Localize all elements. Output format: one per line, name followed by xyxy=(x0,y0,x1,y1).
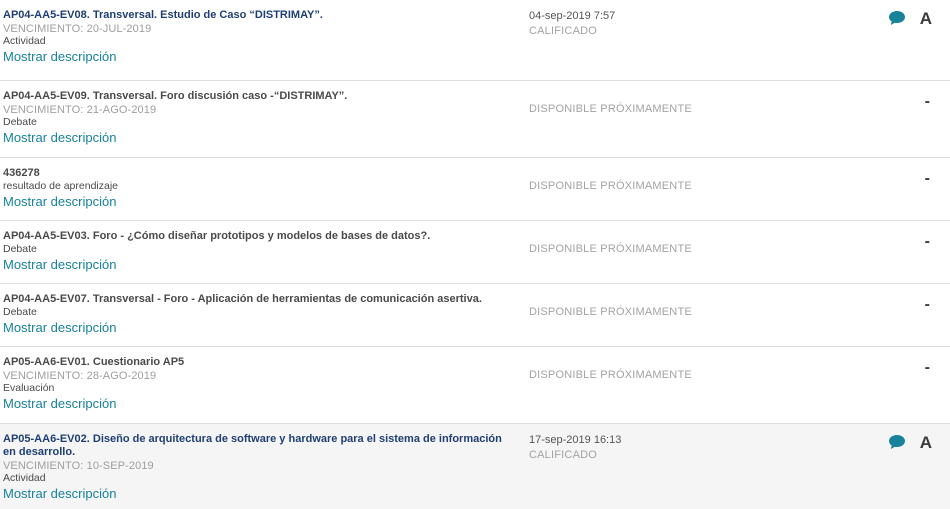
activity-type: Evaluación xyxy=(3,382,55,394)
submission-date: 17-sep-2019 16:13 xyxy=(529,434,622,446)
show-description-link[interactable]: Mostrar descripción xyxy=(3,486,116,501)
activity-grade: - xyxy=(924,295,930,313)
submission-date: 04-sep-2019 7:57 xyxy=(529,10,616,22)
activity-grade: A xyxy=(919,433,932,452)
activity-grade: - xyxy=(924,358,930,376)
activity-grade: - xyxy=(924,169,930,187)
activity-title: AP04-AA5-EV03. Foro - ¿Cómo diseñar prot… xyxy=(3,230,431,242)
activity-type: resultado de aprendizaje xyxy=(3,180,118,192)
activity-title: AP05-AA6-EV01. Cuestionario AP5 xyxy=(3,356,185,368)
show-description-link[interactable]: Mostrar descripción xyxy=(3,320,116,335)
activity-status-column: 17-sep-2019 16:13 CALIFICADO xyxy=(529,434,779,462)
activity-row: 436278 resultado de aprendizaje Mostrar de… xyxy=(0,158,950,221)
activity-type: Debate xyxy=(3,116,37,128)
activity-status-column: 04-sep-2019 7:57 CALIFICADO xyxy=(529,10,779,38)
activity-row: AP04-AA5-EV08. Transversal. Estudio de C… xyxy=(0,0,950,81)
show-description-link[interactable]: Mostrar descripción xyxy=(3,130,116,145)
activity-row: AP05-AA6-EV02. Diseño de arquitectura de… xyxy=(0,424,950,509)
activity-type: Actividad xyxy=(3,472,46,484)
activity-due-date: VENCIMIENTO: 21-AGO-2019 xyxy=(3,104,157,116)
activity-title: 436278 xyxy=(3,167,40,179)
activity-status: DISPONIBLE PRÓXIMAMENTE xyxy=(529,180,692,192)
show-description-link[interactable]: Mostrar descripción xyxy=(3,49,116,64)
activity-due-date: VENCIMIENTO: 20-JUL-2019 xyxy=(3,23,152,35)
activity-grade: - xyxy=(924,92,930,110)
show-description-link[interactable]: Mostrar descripción xyxy=(3,194,116,209)
activity-grade: A xyxy=(919,9,932,28)
activity-title[interactable]: AP05-AA6-EV02. Diseño de arquitectura de… xyxy=(3,433,513,459)
activity-info: AP04-AA5-EV07. Transversal - Foro - Apli… xyxy=(3,293,513,337)
activity-row: AP04-AA5-EV09. Transversal. Foro discusi… xyxy=(0,81,950,158)
activity-due-date: VENCIMIENTO: 10-SEP-2019 xyxy=(3,460,154,472)
show-description-link[interactable]: Mostrar descripción xyxy=(3,257,116,272)
activity-status: DISPONIBLE PRÓXIMAMENTE xyxy=(529,103,692,115)
activity-status: CALIFICADO xyxy=(529,449,598,461)
grade-column: A xyxy=(888,8,932,30)
grade-column: A xyxy=(888,432,932,454)
grade-column: - xyxy=(925,89,932,111)
activity-grade: - xyxy=(924,232,930,250)
activity-status-column: DISPONIBLE PRÓXIMAMENTE xyxy=(529,168,779,193)
activity-type: Debate xyxy=(3,306,37,318)
grade-column: - xyxy=(925,292,932,314)
activity-info: AP05-AA6-EV02. Diseño de arquitectura de… xyxy=(3,433,513,503)
grade-column: - xyxy=(925,166,932,188)
activity-status: DISPONIBLE PRÓXIMAMENTE xyxy=(529,243,692,255)
activity-status-column: DISPONIBLE PRÓXIMAMENTE xyxy=(529,231,779,256)
activity-row: AP04-AA5-EV07. Transversal - Foro - Apli… xyxy=(0,284,950,347)
activity-info: 436278 resultado de aprendizaje Mostrar de… xyxy=(3,167,513,211)
activity-info: AP05-AA6-EV01. Cuestionario AP5 VENCIMIEN… xyxy=(3,356,513,413)
activity-status: DISPONIBLE PRÓXIMAMENTE xyxy=(529,306,692,318)
activity-title[interactable]: AP04-AA5-EV08. Transversal. Estudio de C… xyxy=(3,9,513,22)
activity-status-column: DISPONIBLE PRÓXIMAMENTE xyxy=(529,357,779,382)
activity-row: AP04-AA5-EV03. Foro - ¿Cómo diseñar prot… xyxy=(0,221,950,284)
grade-column: - xyxy=(925,355,932,377)
activity-type: Debate xyxy=(3,243,37,255)
activity-title: AP04-AA5-EV07. Transversal - Foro - Apli… xyxy=(3,293,482,305)
activity-type: Actividad xyxy=(3,35,46,47)
activity-status-column: DISPONIBLE PRÓXIMAMENTE xyxy=(529,294,779,319)
activity-row: AP05-AA6-EV01. Cuestionario AP5 VENCIMIEN… xyxy=(0,347,950,424)
activity-status-column: DISPONIBLE PRÓXIMAMENTE xyxy=(529,91,779,116)
activity-info: AP04-AA5-EV09. Transversal. Foro discusi… xyxy=(3,90,513,147)
activity-info: AP04-AA5-EV08. Transversal. Estudio de C… xyxy=(3,9,513,66)
activity-due-date: VENCIMIENTO: 28-AGO-2019 xyxy=(3,370,157,382)
grade-column: - xyxy=(925,229,932,251)
activity-title: AP04-AA5-EV09. Transversal. Foro discusi… xyxy=(3,90,348,102)
activity-status: DISPONIBLE PRÓXIMAMENTE xyxy=(529,369,692,381)
comment-icon[interactable] xyxy=(888,432,920,455)
activity-list: AP04-AA5-EV08. Transversal. Estudio de C… xyxy=(0,0,950,509)
comment-icon[interactable] xyxy=(888,8,920,31)
show-description-link[interactable]: Mostrar descripción xyxy=(3,396,116,411)
activity-status: CALIFICADO xyxy=(529,25,598,37)
activity-info: AP04-AA5-EV03. Foro - ¿Cómo diseñar prot… xyxy=(3,230,513,274)
